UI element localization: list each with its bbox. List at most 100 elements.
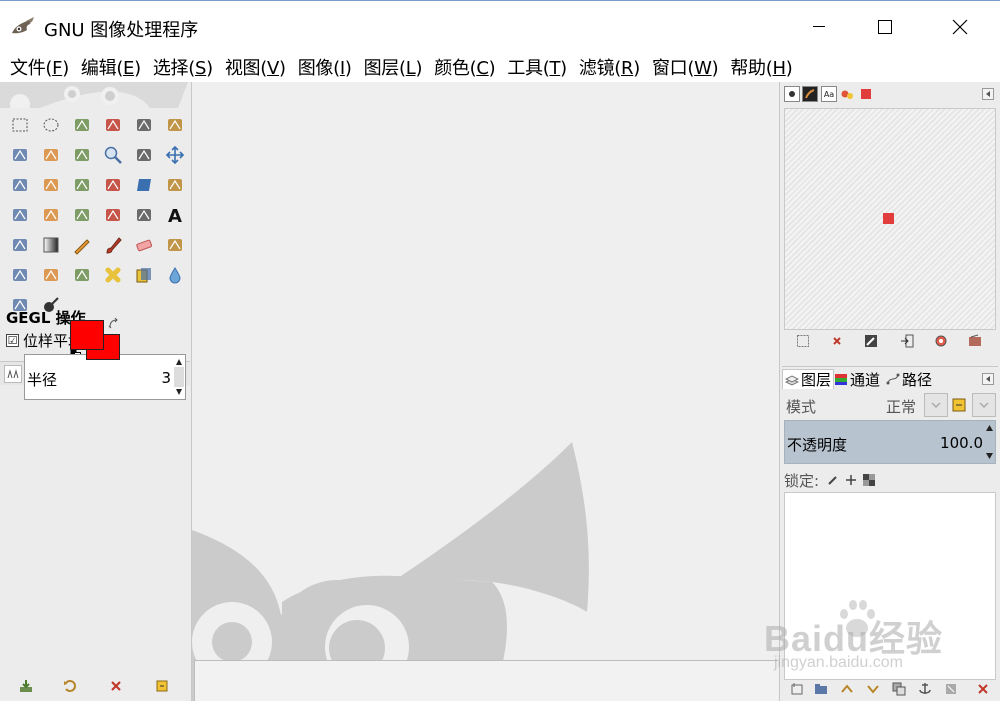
import-brush-icon[interactable] bbox=[900, 334, 914, 348]
tool-warp-transform[interactable] bbox=[35, 200, 66, 230]
menu-layer[interactable]: 图层(L) bbox=[358, 54, 429, 80]
restore-options-icon[interactable] bbox=[62, 678, 78, 694]
tool-gradient[interactable] bbox=[35, 230, 66, 260]
tool-move[interactable] bbox=[159, 140, 190, 170]
tool-rotate[interactable] bbox=[66, 170, 97, 200]
tab-channels[interactable]: 通道 bbox=[834, 369, 880, 389]
tool-airbrush[interactable] bbox=[159, 230, 190, 260]
duplicate-layer-icon[interactable] bbox=[892, 682, 906, 696]
tool-scale[interactable] bbox=[97, 170, 128, 200]
dock-menu-icon[interactable] bbox=[982, 88, 994, 100]
menu-filters[interactable]: 滤镜(R) bbox=[573, 54, 646, 80]
swap-colors-icon[interactable] bbox=[108, 318, 120, 330]
tool-unified-transform[interactable] bbox=[4, 200, 35, 230]
tool-zoom[interactable] bbox=[97, 140, 128, 170]
lock-pixels-icon[interactable] bbox=[827, 474, 839, 486]
menu-image[interactable]: 图像(I) bbox=[292, 54, 358, 80]
tool-shear[interactable] bbox=[128, 170, 159, 200]
opacity-value[interactable]: 100.0 bbox=[940, 434, 983, 452]
tool-paths[interactable] bbox=[35, 140, 66, 170]
menu-select[interactable]: 选择(S) bbox=[147, 54, 219, 80]
delete-layer-icon[interactable] bbox=[976, 682, 990, 696]
tool-heal[interactable] bbox=[97, 260, 128, 290]
tool-bucket-fill[interactable] bbox=[4, 230, 35, 260]
tool-scissors[interactable] bbox=[159, 110, 190, 140]
tab-fonts[interactable]: Aa bbox=[821, 86, 837, 102]
tool-ellipse-select[interactable] bbox=[35, 110, 66, 140]
new-layer-group-icon[interactable] bbox=[814, 682, 828, 696]
delete-options-icon[interactable] bbox=[108, 678, 124, 694]
tool-free-select[interactable] bbox=[66, 110, 97, 140]
new-layer-icon[interactable] bbox=[790, 682, 804, 696]
menu-help[interactable]: 帮助(H) bbox=[724, 54, 798, 80]
brush-preview[interactable] bbox=[784, 108, 996, 330]
tool-mypaint-brush[interactable] bbox=[35, 260, 66, 290]
sampling-checkbox[interactable]: ☑ bbox=[6, 334, 19, 347]
opacity-spin-arrows-icon[interactable] bbox=[985, 423, 994, 461]
lock-position-icon[interactable] bbox=[845, 474, 857, 486]
edit-brush-icon[interactable] bbox=[864, 334, 878, 348]
menu-edit[interactable]: 编辑(E) bbox=[75, 54, 147, 80]
tool-handle-transform[interactable] bbox=[128, 200, 159, 230]
new-selection-icon[interactable] bbox=[796, 334, 810, 348]
mode-dropdown[interactable] bbox=[924, 393, 948, 417]
menu-file[interactable]: 文件(F) bbox=[4, 54, 75, 80]
opacity-spinbox[interactable]: 不透明度 100.0 bbox=[784, 420, 996, 464]
tab-gradients[interactable] bbox=[858, 86, 874, 102]
tool-measure[interactable] bbox=[128, 140, 159, 170]
tool-paintbrush[interactable] bbox=[97, 230, 128, 260]
save-options-icon[interactable] bbox=[18, 678, 34, 694]
radius-spin-arrows-icon[interactable] bbox=[174, 357, 184, 397]
tab-layers[interactable]: 图层 bbox=[782, 369, 835, 389]
tool-pencil[interactable] bbox=[66, 230, 97, 260]
refresh-brushes-icon[interactable] bbox=[934, 334, 948, 348]
brushes-icon bbox=[789, 91, 795, 97]
tool-rect-select[interactable] bbox=[4, 110, 35, 140]
merge-layer-icon[interactable] bbox=[944, 682, 958, 696]
menu-colors[interactable]: 颜色(C) bbox=[428, 54, 501, 80]
menu-windows[interactable]: 窗口(W) bbox=[646, 54, 724, 80]
menu-view[interactable]: 视图(V) bbox=[219, 54, 292, 80]
minimize-button[interactable] bbox=[796, 9, 842, 45]
raise-layer-icon[interactable] bbox=[840, 682, 854, 696]
tool-clone[interactable] bbox=[66, 260, 97, 290]
layers-menu-icon[interactable] bbox=[982, 373, 994, 385]
mode-value[interactable]: 正常 bbox=[886, 396, 916, 417]
open-brush-icon[interactable] bbox=[968, 334, 982, 348]
lock-alpha-icon[interactable] bbox=[863, 474, 876, 486]
lower-layer-icon[interactable] bbox=[866, 682, 880, 696]
anchor-layer-icon[interactable] bbox=[918, 682, 932, 696]
reset-options-icon[interactable] bbox=[154, 678, 170, 694]
tool-ink[interactable] bbox=[4, 260, 35, 290]
wilber-drop-zone-icon[interactable] bbox=[0, 82, 188, 108]
tab-document-history[interactable] bbox=[839, 86, 855, 102]
tool-blur[interactable] bbox=[159, 260, 190, 290]
tab-brushes[interactable] bbox=[784, 86, 800, 102]
radius-spinbox[interactable]: 半径 3 bbox=[24, 354, 186, 400]
switch-mode-icon[interactable] bbox=[950, 396, 968, 414]
tool-eraser[interactable] bbox=[128, 230, 159, 260]
tool-color-picker[interactable] bbox=[66, 140, 97, 170]
tab-tool-options[interactable] bbox=[4, 365, 22, 383]
tool-foreground-select[interactable] bbox=[4, 140, 35, 170]
delete-brush-icon[interactable] bbox=[830, 334, 844, 348]
tool-perspective-clone[interactable] bbox=[128, 260, 159, 290]
foreground-color-swatch[interactable] bbox=[70, 320, 104, 350]
tool-text[interactable]: A bbox=[159, 200, 190, 230]
tool-align[interactable] bbox=[4, 170, 35, 200]
tool-fuzzy-select[interactable] bbox=[97, 110, 128, 140]
tab-patterns[interactable] bbox=[802, 86, 818, 102]
image-canvas[interactable] bbox=[192, 82, 779, 701]
tool-flip[interactable] bbox=[66, 200, 97, 230]
tool-cage[interactable] bbox=[97, 200, 128, 230]
selected-brush-swatch[interactable] bbox=[883, 213, 894, 224]
menu-tools[interactable]: 工具(T) bbox=[501, 54, 573, 80]
composite-dropdown[interactable] bbox=[972, 393, 996, 417]
tab-paths[interactable]: 路径 bbox=[886, 369, 932, 389]
maximize-button[interactable] bbox=[862, 9, 908, 45]
tool-crop[interactable] bbox=[35, 170, 66, 200]
tool-select-by-color[interactable] bbox=[128, 110, 159, 140]
radius-value[interactable]: 3 bbox=[161, 369, 171, 387]
tool-perspective[interactable] bbox=[159, 170, 190, 200]
close-button[interactable] bbox=[937, 9, 983, 45]
